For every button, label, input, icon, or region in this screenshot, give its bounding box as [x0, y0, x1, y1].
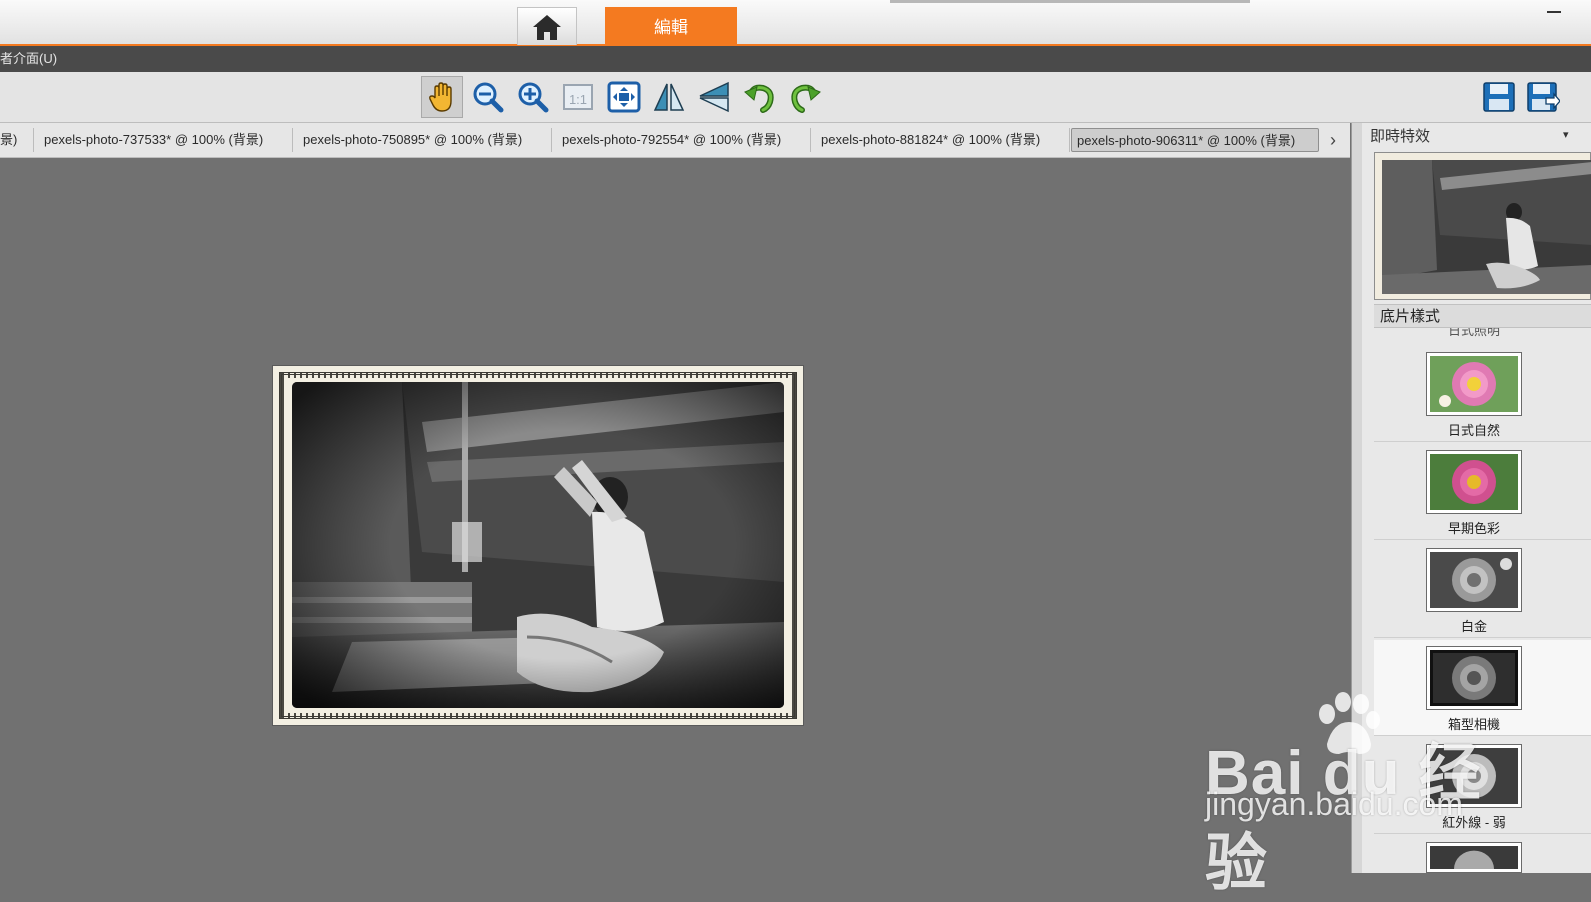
edit-tab[interactable]: 編輯: [605, 7, 737, 44]
document-tab[interactable]: pexels-photo-792554* @ 100% (背景): [552, 128, 811, 152]
document-tab-label: pexels-photo-906311* @ 100% (背景): [1077, 133, 1296, 148]
document-tab-label: pexels-photo-881824* @ 100% (背景): [821, 132, 1041, 147]
edit-tab-label: 編輯: [654, 18, 688, 37]
effect-preview: [1374, 152, 1591, 300]
undo-icon: [744, 84, 774, 113]
effect-thumbnail: [1426, 646, 1522, 710]
effect-item[interactable]: 早期色彩: [1374, 444, 1591, 540]
panel-collapse-icon[interactable]: ▾: [1563, 128, 1569, 141]
home-icon: [533, 14, 561, 40]
effect-thumbnail: [1426, 842, 1522, 873]
document-tab[interactable]: 景): [0, 128, 34, 152]
zoom-in-icon: [518, 82, 549, 113]
photo-monk-praying: [292, 382, 784, 708]
zoom-in-button[interactable]: [512, 76, 554, 118]
document-tabs: 景) pexels-photo-737533* @ 100% (背景) pexe…: [0, 123, 1350, 158]
effect-item[interactable]: [1374, 836, 1591, 873]
document-tab[interactable]: pexels-photo-881824* @ 100% (背景): [811, 128, 1070, 152]
flip-horizontal-icon: [653, 83, 685, 111]
fit-to-window-button[interactable]: [603, 76, 645, 118]
actual-size-button[interactable]: 1:1: [557, 76, 599, 118]
effect-label-partial: 日式照明: [1447, 328, 1500, 338]
redo-button[interactable]: [784, 76, 826, 118]
menu-item-interface[interactable]: 者介面(U): [0, 46, 57, 72]
toolbar: 1:1: [0, 72, 1591, 123]
undo-button[interactable]: [739, 76, 781, 118]
document-tab[interactable]: pexels-photo-737533* @ 100% (背景): [34, 128, 293, 152]
preview-image: [1382, 160, 1591, 294]
save-as-button[interactable]: [1522, 76, 1564, 118]
effect-item[interactable]: 紅外線 - 弱: [1374, 738, 1591, 834]
redo-icon: [791, 84, 821, 113]
zoom-out-icon: [473, 82, 504, 113]
svg-text:1:1: 1:1: [569, 92, 587, 107]
flip-horizontal-button[interactable]: [648, 76, 690, 118]
document-tab-active[interactable]: pexels-photo-906311* @ 100% (背景): [1071, 128, 1319, 152]
effect-thumbnail: [1426, 450, 1522, 514]
top-header: 編輯: [0, 0, 1591, 46]
document-tab[interactable]: pexels-photo-750895* @ 100% (背景): [293, 128, 552, 152]
document-tab-label: 景): [0, 132, 18, 147]
home-tab[interactable]: [517, 7, 577, 45]
effect-label: 早期色彩: [1447, 521, 1500, 536]
flip-vertical-button[interactable]: [693, 76, 735, 118]
effect-item-selected[interactable]: 箱型相機: [1374, 640, 1591, 736]
effect-label: 紅外線 - 弱: [1442, 815, 1506, 830]
save-icon: [1483, 82, 1515, 112]
save-button[interactable]: [1478, 76, 1520, 118]
header-divider: [890, 0, 1250, 3]
section-film-styles[interactable]: 底片樣式: [1374, 304, 1591, 328]
effect-label: 白金: [1460, 619, 1487, 634]
tab-scroll-right-icon[interactable]: ›: [1322, 128, 1344, 152]
effect-label: 日式自然: [1447, 423, 1500, 438]
effect-thumbnail: [1426, 744, 1522, 808]
fit-to-window-icon: [607, 81, 641, 113]
effect-thumbnail: [1426, 548, 1522, 612]
effect-item[interactable]: 日式自然: [1374, 346, 1591, 442]
pan-hand-icon: [429, 82, 452, 112]
flip-vertical-icon: [699, 81, 729, 113]
menu-bar: 者介面(U): [0, 46, 1591, 72]
minimize-icon[interactable]: [1547, 11, 1561, 13]
save-as-icon: [1527, 82, 1560, 112]
panel-title: 即時特效: [1370, 128, 1431, 145]
document-tab-label: pexels-photo-792554* @ 100% (背景): [562, 132, 782, 147]
photo-frame: [272, 365, 804, 726]
effect-label: 箱型相機: [1447, 717, 1500, 732]
panel-scrollbar[interactable]: [1352, 123, 1362, 873]
actual-size-icon: 1:1: [563, 84, 593, 110]
zoom-out-button[interactable]: [467, 76, 509, 118]
document-tab-label: pexels-photo-737533* @ 100% (背景): [44, 132, 264, 147]
document-tab-label: pexels-photo-750895* @ 100% (背景): [303, 132, 523, 147]
effect-item[interactable]: 白金: [1374, 542, 1591, 638]
pan-tool-button[interactable]: [421, 76, 463, 118]
photo-image[interactable]: [292, 382, 784, 708]
effect-thumbnail: [1426, 352, 1522, 416]
